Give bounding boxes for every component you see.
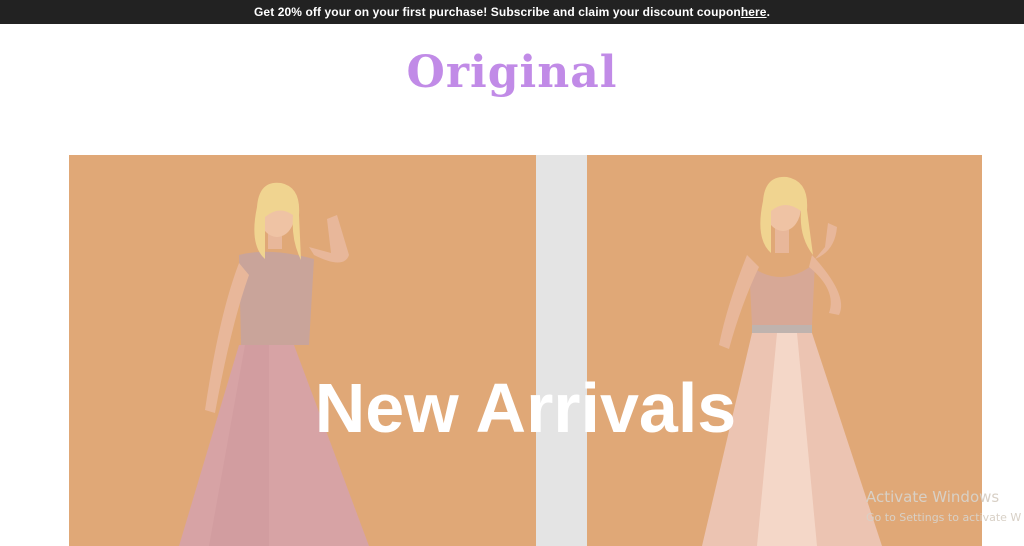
announcement-link[interactable]: here [741, 5, 767, 19]
hero-divider [536, 155, 587, 546]
brand-logo[interactable]: Original [0, 46, 1024, 100]
hero-image-right[interactable] [587, 155, 982, 546]
announcement-bar: Get 20% off your on your first purchase!… [0, 0, 1024, 24]
hero-title: New Arrivals [314, 369, 737, 447]
model-satin-gown-image [587, 155, 982, 546]
announcement-suffix: . [766, 5, 771, 19]
model-pink-gown-image [69, 155, 536, 546]
announcement-text: Get 20% off your on your first purchase!… [253, 5, 741, 19]
hero-banner[interactable]: New Arrivals [69, 155, 982, 546]
hero-image-left[interactable] [69, 155, 536, 546]
